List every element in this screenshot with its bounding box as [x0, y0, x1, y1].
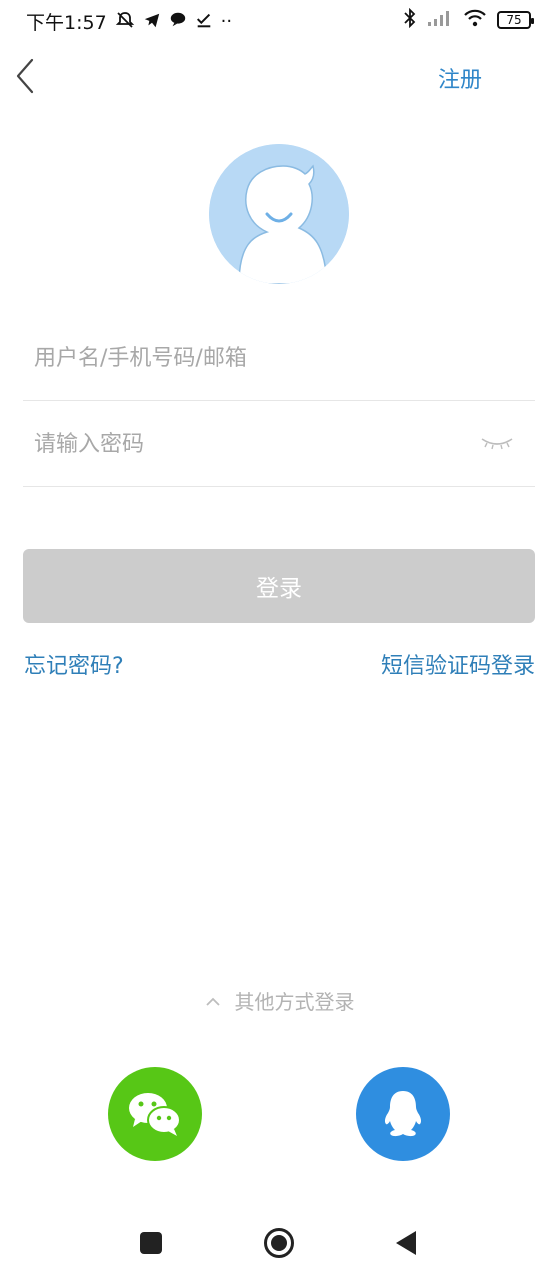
chevron-up-icon — [205, 997, 220, 1006]
status-bar: 下午1:57 ·· 75 — [0, 0, 559, 42]
password-field-row — [23, 401, 535, 487]
login-screen: 下午1:57 ·· 75 注册 用户名/手机号码/邮箱 登录 忘记密码? 短信验… — [0, 0, 559, 1280]
sms-login-link[interactable]: 短信验证码登录 — [381, 648, 535, 680]
home-button[interactable] — [259, 1218, 299, 1268]
download-check-icon — [195, 11, 213, 33]
chat-bubble-icon — [169, 11, 187, 33]
square-icon — [140, 1232, 162, 1254]
status-time: 下午1:57 — [26, 12, 107, 34]
wechat-icon — [129, 1093, 181, 1136]
battery-indicator: 75 — [497, 11, 534, 29]
telegram-icon — [143, 11, 161, 33]
login-button[interactable]: 登录 — [23, 549, 535, 623]
default-avatar-icon — [209, 144, 349, 284]
home-circle-icon — [264, 1228, 294, 1258]
status-right: 75 — [403, 7, 534, 32]
username-input[interactable] — [32, 337, 466, 379]
other-login-label: 其他方式登录 — [234, 990, 355, 1014]
triangle-back-icon — [396, 1231, 416, 1255]
chevron-left-icon — [16, 58, 34, 94]
recent-apps-button[interactable] — [131, 1218, 171, 1268]
username-field-row — [23, 315, 535, 401]
wechat-login-button[interactable] — [108, 1067, 202, 1161]
back-button[interactable] — [12, 56, 42, 96]
forgot-password-link[interactable]: 忘记密码? — [24, 648, 124, 680]
other-login-toggle[interactable]: 其他方式登录 — [0, 986, 559, 1015]
status-left: 下午1:57 ·· — [26, 8, 232, 35]
mute-bell-icon — [115, 10, 135, 34]
avatar — [209, 144, 349, 284]
signal-icon — [427, 9, 453, 31]
more-notifications-dots: ·· — [220, 11, 233, 32]
qq-icon — [384, 1091, 422, 1137]
bluetooth-icon — [403, 7, 417, 32]
password-input[interactable] — [32, 423, 466, 465]
system-navigation-bar — [0, 1218, 559, 1268]
wifi-icon — [463, 9, 487, 31]
toggle-password-visibility[interactable] — [479, 431, 515, 455]
closed-eye-icon — [481, 438, 513, 450]
register-link[interactable]: 注册 — [438, 62, 482, 94]
qq-login-button[interactable] — [356, 1067, 450, 1161]
system-back-button[interactable] — [386, 1218, 426, 1268]
